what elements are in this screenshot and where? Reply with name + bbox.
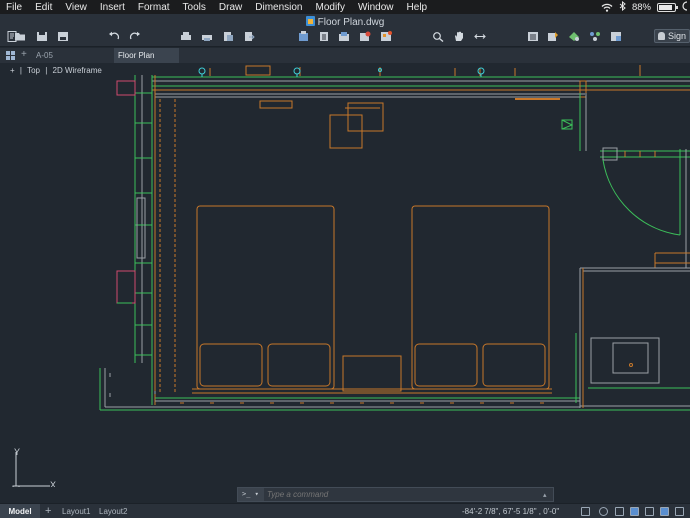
menu-dimension[interactable]: Dimension	[249, 2, 309, 13]
ucs-icon: Y X	[8, 447, 64, 487]
menu-file[interactable]: File	[0, 2, 29, 13]
battery-percent: 88%	[631, 1, 651, 13]
top-wall	[152, 65, 690, 100]
publish-icon[interactable]	[222, 31, 234, 42]
annotation-scale-icon[interactable]	[660, 507, 669, 516]
sheet-tab-row: + A-05 Floor Plan	[0, 48, 690, 63]
layer-isolate-icon[interactable]	[568, 31, 580, 42]
menu-modify[interactable]: Modify	[310, 2, 352, 13]
layer-state-icon[interactable]	[547, 31, 559, 42]
menu-bar: File Edit View Insert Format Tools Draw …	[0, 0, 690, 14]
ucs-y-label: Y	[14, 447, 21, 457]
bluetooth-icon[interactable]	[619, 0, 626, 14]
viewport-toggle: +	[10, 66, 15, 75]
battery-icon[interactable]	[657, 2, 678, 12]
object-snap-icon[interactable]	[615, 507, 624, 516]
sheet-grid-icon[interactable]	[6, 51, 15, 60]
ucs-x-label: X	[50, 480, 57, 487]
save-icon[interactable]	[36, 31, 48, 42]
redo-icon[interactable]	[129, 31, 141, 42]
document-title: Floor Plan.dwg	[0, 16, 690, 28]
dwg-file-icon	[305, 16, 315, 26]
tab-layout2[interactable]: Layout2	[99, 504, 127, 518]
menu-draw[interactable]: Draw	[213, 2, 249, 13]
tab-floor-plan[interactable]: Floor Plan	[114, 48, 179, 63]
sheet-label[interactable]: A-05	[36, 51, 53, 60]
properties-icon[interactable]	[318, 31, 330, 42]
tool-palette-icon[interactable]	[380, 31, 392, 42]
coordinate-readout: -84'-2 7/8", 67'-5 1/8" , 0'-0"	[462, 507, 560, 516]
zoom-realtime-icon[interactable]	[432, 31, 444, 42]
layer-properties-icon[interactable]	[527, 31, 539, 42]
menu-window[interactable]: Window	[352, 2, 401, 13]
menu-help[interactable]: Help	[401, 2, 435, 13]
floor-plan-drawing[interactable]	[0, 63, 690, 487]
title-toolbar: Floor Plan.dwg Sign	[0, 14, 690, 47]
layer-walk-icon[interactable]	[589, 31, 601, 42]
print-icon[interactable]	[180, 31, 192, 42]
wall-cabinets	[259, 100, 384, 149]
tab-model[interactable]: Model	[0, 504, 40, 518]
menu-tools[interactable]: Tools	[177, 2, 213, 13]
right-wall-and-door	[561, 93, 690, 408]
isolate-objects-icon[interactable]	[645, 507, 654, 516]
control-center-icon[interactable]	[682, 0, 688, 14]
add-sheet-icon[interactable]: +	[21, 49, 27, 60]
polar-tracking-icon[interactable]	[599, 507, 608, 516]
open-folder-icon[interactable]	[14, 31, 26, 42]
command-line: >_ ▾ ▴	[237, 487, 554, 502]
drawing-viewport[interactable]: + | Top | 2D Wireframe Y X	[0, 63, 690, 487]
menu-insert[interactable]: Insert	[94, 2, 132, 13]
add-layout-icon[interactable]: +	[45, 504, 51, 518]
battery-fill	[659, 4, 673, 10]
menu-view[interactable]: View	[59, 2, 94, 13]
wifi-icon[interactable]	[601, 3, 613, 12]
layer-match-icon[interactable]	[610, 31, 622, 42]
command-history-icon[interactable]: ▴	[543, 491, 553, 499]
plot-icon[interactable]	[201, 31, 213, 42]
block-editor-icon[interactable]	[338, 31, 350, 42]
export-icon[interactable]	[243, 31, 255, 42]
status-menu-extras: 88%	[601, 0, 690, 14]
menu-format[interactable]: Format	[132, 2, 177, 13]
pan-hand-icon[interactable]	[453, 31, 465, 42]
left-wall	[116, 75, 176, 405]
match-properties-icon[interactable]	[298, 31, 310, 42]
command-input[interactable]	[264, 490, 543, 499]
view-name: Top	[27, 66, 40, 75]
workspace-icon[interactable]	[675, 507, 684, 516]
visual-style: 2D Wireframe	[52, 66, 102, 75]
design-center-icon[interactable]	[359, 31, 371, 42]
status-bar: Model + Layout1 Layout2 -84'-2 7/8", 67'…	[0, 503, 690, 518]
bed-left	[196, 205, 335, 390]
lineweight-icon[interactable]	[630, 507, 639, 516]
bed-right	[411, 205, 550, 390]
menu-edit[interactable]: Edit	[29, 2, 59, 13]
ceiling-fixtures	[198, 67, 485, 77]
tab-layout1[interactable]: Layout1	[62, 504, 90, 518]
grid-snap-icon[interactable]	[581, 507, 590, 516]
undo-icon[interactable]	[108, 31, 120, 42]
sign-in-button[interactable]: Sign	[654, 29, 690, 43]
nightstand	[342, 355, 402, 392]
command-prompt-button[interactable]: >_ ▾	[238, 488, 264, 501]
viewport-label[interactable]: + | Top | 2D Wireframe	[10, 66, 105, 75]
save-as-icon[interactable]	[57, 31, 69, 42]
orbit-icon[interactable]	[474, 31, 486, 42]
